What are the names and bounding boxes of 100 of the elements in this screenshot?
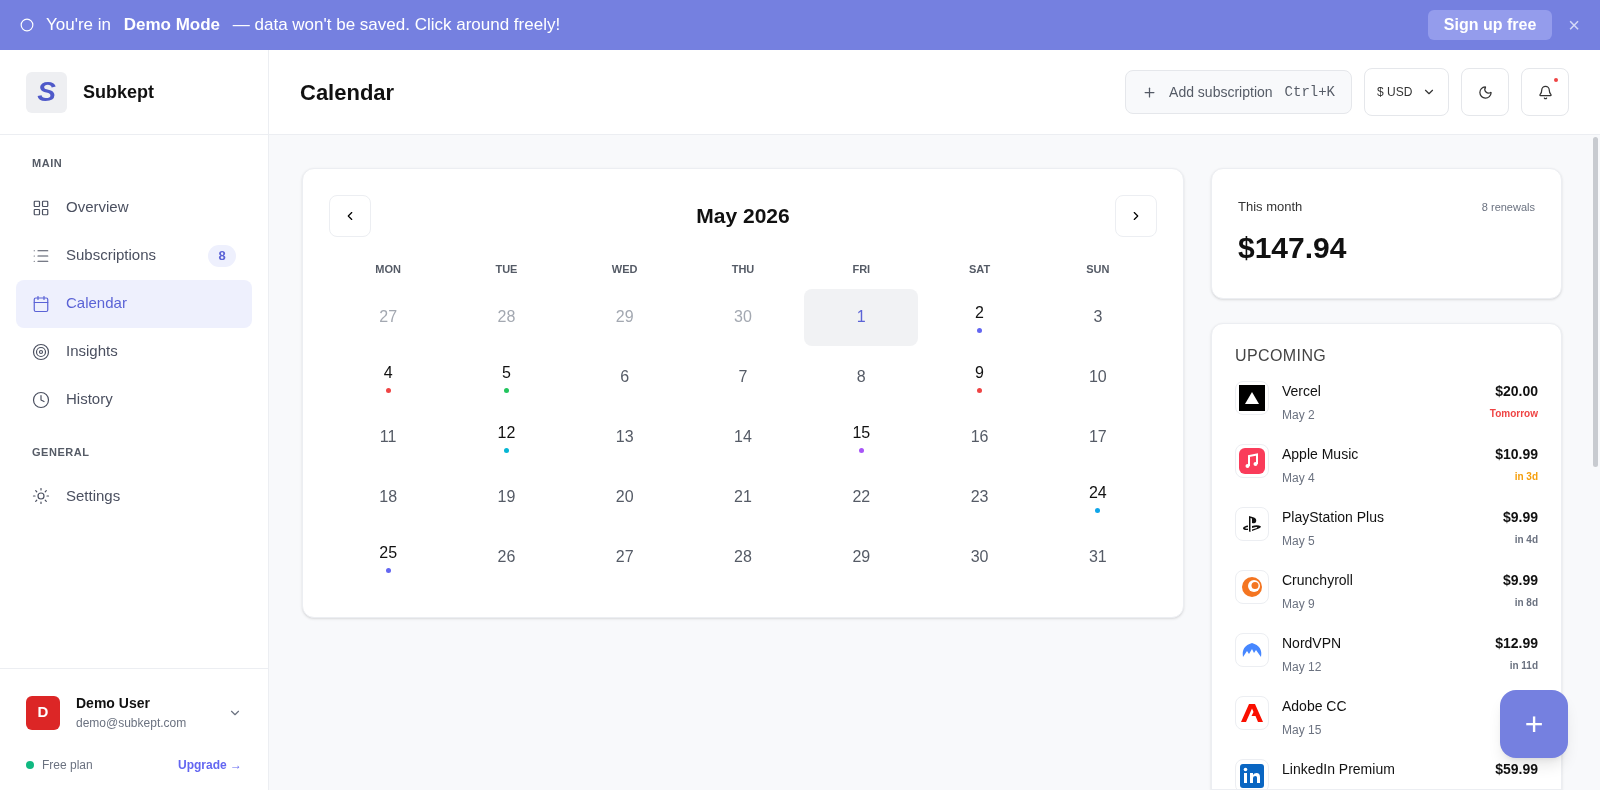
calendar-day[interactable]: 19	[449, 468, 564, 526]
price: $9.99	[1502, 570, 1538, 590]
notifications-button[interactable]	[1521, 68, 1569, 116]
calendar-day[interactable]: 28	[686, 528, 800, 586]
shortcut-key: Ctrl+K	[1284, 81, 1335, 103]
section-title: MAIN	[31, 156, 64, 171]
price: $20.00	[1495, 381, 1538, 401]
calendar-day[interactable]: 14	[686, 408, 800, 466]
user-name: Demo User	[76, 694, 151, 713]
price: $12.99	[1495, 633, 1538, 653]
subscription-name: Crunchyroll	[1282, 570, 1354, 590]
calendar-day[interactable]: 16	[922, 408, 1037, 466]
subscription-name: Apple Music	[1282, 444, 1360, 464]
upcoming-title: UPCOMING	[1235, 345, 1328, 366]
calendar-day[interactable]: 1	[804, 288, 919, 346]
weekday-label: MON	[374, 262, 402, 277]
nav-item[interactable]: Insights	[16, 327, 252, 376]
renewal-date: May 2	[1282, 406, 1316, 424]
weekday-label: WED	[610, 262, 639, 277]
renewal-count: 8 renewals	[1481, 199, 1535, 215]
due-label: Tomorrow	[1489, 406, 1538, 421]
triangle-logo-icon	[1239, 384, 1265, 411]
user-avatar: D	[26, 695, 60, 730]
renewal-date: May 15	[1282, 721, 1323, 739]
calendar-day[interactable]: 23	[922, 468, 1037, 526]
calendar-day[interactable]: 30	[922, 528, 1037, 586]
nav-item[interactable]: Overview	[16, 183, 252, 232]
weekday-label: FRI	[851, 262, 872, 277]
weekday-label: TUE	[494, 262, 519, 277]
currency-select[interactable]: $ USD	[1364, 68, 1449, 116]
plus-icon	[1142, 84, 1158, 100]
weekday-label: THU	[730, 262, 756, 277]
calendar-day[interactable]: 3	[1040, 288, 1155, 346]
nav-item[interactable]: History	[16, 375, 252, 424]
playstation-logo-icon	[1241, 513, 1263, 534]
calendar-day[interactable]: 7	[686, 348, 800, 406]
calendar-day[interactable]: 29	[804, 528, 919, 586]
crescent-logo-icon	[1241, 575, 1263, 598]
moon-icon	[1477, 84, 1493, 100]
brand-logo: S	[26, 71, 67, 113]
calendar-day[interactable]: 10	[1040, 348, 1155, 406]
calendar-day[interactable]: 6	[567, 348, 682, 406]
nav-item[interactable]: Calendar	[16, 279, 252, 328]
calendar-day[interactable]: 15	[804, 408, 919, 466]
calendar-day[interactable]: 22	[804, 468, 919, 526]
weekday-label: SAT	[967, 262, 992, 277]
page-title: Calendar	[300, 78, 396, 107]
calendar-day[interactable]: 24	[1040, 468, 1155, 526]
brand-name: Subkept	[83, 80, 154, 104]
bell-icon	[1537, 84, 1553, 100]
month-title: May 2026	[696, 203, 790, 230]
target-icon	[32, 342, 50, 361]
calendar-day[interactable]: 13	[567, 408, 682, 466]
music-note-icon	[1239, 447, 1265, 474]
renewal-date: May 5	[1282, 532, 1316, 550]
renewal-date: May 4	[1282, 469, 1316, 487]
calendar-day[interactable]: 12	[449, 408, 564, 466]
calendar-day[interactable]: 20	[567, 468, 682, 526]
theme-toggle-button[interactable]	[1461, 68, 1509, 116]
price: $59.99	[1495, 759, 1538, 779]
price: $9.99	[1502, 507, 1538, 527]
subscription-name: NordVPN	[1282, 633, 1343, 653]
plan-label: Free plan	[42, 757, 94, 774]
settings-icon	[32, 487, 50, 505]
calendar-day[interactable]: 31	[1040, 528, 1155, 586]
nav-item[interactable]: Settings	[16, 472, 252, 520]
calendar-day[interactable]: 18	[331, 468, 446, 526]
upgrade-link[interactable]: Upgrade →	[178, 756, 242, 774]
calendar-day[interactable]: 27	[567, 528, 682, 586]
calendar-day[interactable]: 25	[331, 528, 446, 586]
calendar-day[interactable]: 21	[686, 468, 800, 526]
nav-item[interactable]: Subscriptions 8	[16, 231, 252, 280]
due-label: in 4d	[1514, 532, 1538, 547]
price: $10.99	[1495, 444, 1538, 464]
subscription-name: Adobe CC	[1282, 696, 1348, 716]
clock-icon	[32, 390, 50, 409]
subscription-name: LinkedIn Premium	[1282, 759, 1396, 779]
adobe-logo-icon	[1241, 702, 1263, 723]
subscription-name: Vercel	[1282, 381, 1322, 401]
calendar-day[interactable]: 17	[1040, 408, 1155, 466]
user-email: demo@subkept.com	[76, 715, 188, 732]
calendar-day[interactable]: 5	[449, 348, 564, 406]
calendar-day[interactable]: 8	[804, 348, 919, 406]
circle-icon	[20, 18, 34, 32]
due-label: in 3d	[1514, 469, 1538, 484]
add-button[interactable]: +	[1500, 690, 1568, 758]
calendar-day[interactable]: 11	[331, 408, 446, 466]
renewal-date: May 9	[1282, 595, 1316, 613]
calendar-day[interactable]: 2	[922, 288, 1037, 346]
count-badge: 8	[208, 244, 236, 267]
month-total: $147.94	[1238, 229, 1348, 266]
calendar-day[interactable]: 4	[331, 348, 446, 406]
renewal-date: May 12	[1282, 658, 1323, 676]
add-subscription-button[interactable]: Add subscription Ctrl+K	[1125, 70, 1352, 114]
grid-icon	[32, 198, 50, 217]
calendar-day[interactable]: 26	[449, 528, 564, 586]
section-title: GENERAL	[31, 444, 91, 460]
calendar-day[interactable]: 9	[922, 348, 1037, 406]
subscription-name: PlayStation Plus	[1282, 507, 1385, 527]
summary-label: This month	[1238, 198, 1303, 216]
